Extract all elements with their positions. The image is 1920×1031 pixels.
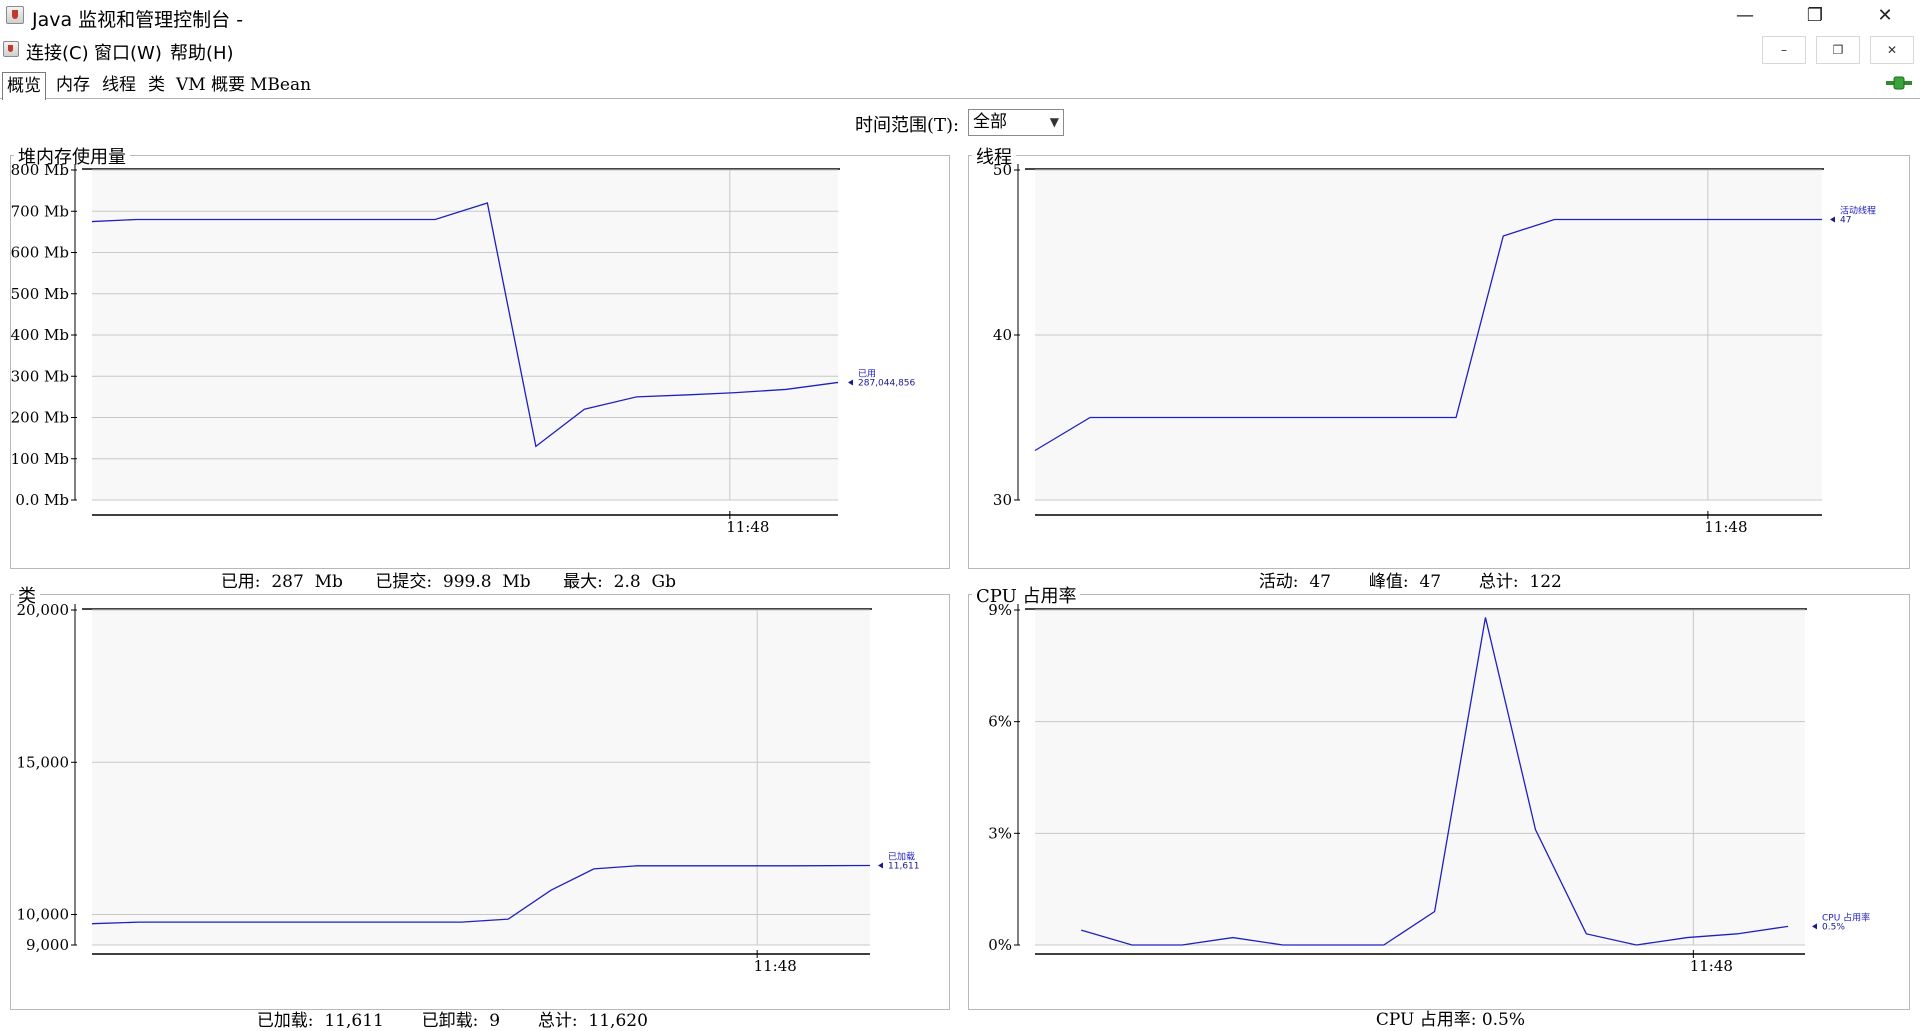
y-tick-label: 0% bbox=[988, 936, 1012, 954]
heap-max-value: 2.8 bbox=[613, 572, 641, 592]
charts-layer: 0.0 Mb 100 Mb 200 Mb 300 Mb 400 Mb 500 Mb 600 … bbox=[11, 161, 1876, 975]
heap-committed-value: 999.8 bbox=[442, 572, 492, 592]
threads-peak-label: 峰值: bbox=[1368, 572, 1409, 592]
y-tick-label: 600 Mb bbox=[11, 244, 69, 262]
y-tick-label: 700 Mb bbox=[11, 202, 69, 220]
heap-max-unit: Gb bbox=[651, 572, 676, 592]
threads-total-label: 总计: bbox=[1478, 572, 1519, 592]
y-tick-label: 20,000 bbox=[17, 601, 70, 619]
y-tick-label: 9% bbox=[988, 601, 1012, 619]
threads-summary: 活动: 47 峰值: 47 总计: 122 bbox=[1248, 547, 1562, 592]
classes-loaded-value: 11,611 bbox=[324, 1011, 384, 1031]
legend-value: 287,044,856 bbox=[858, 378, 916, 388]
y-tick-label: 10,000 bbox=[17, 906, 70, 924]
y-tick-label: 0.0 Mb bbox=[15, 491, 69, 509]
legend-marker bbox=[1812, 923, 1817, 930]
heap-used-value: 287 bbox=[271, 572, 304, 592]
classes-unloaded-value: 9 bbox=[489, 1011, 501, 1031]
x-tick-label: 11:48 bbox=[726, 518, 769, 536]
x-tick-label: 11:48 bbox=[754, 957, 797, 975]
classes-total-label: 总计: bbox=[537, 1011, 578, 1031]
legend-value: 47 bbox=[1840, 216, 1851, 226]
heap-committed-unit: Mb bbox=[502, 572, 531, 592]
cpu-summary: CPU 占用率: 0.5% bbox=[1365, 985, 1525, 1030]
heap-committed-label: 已提交: bbox=[375, 572, 433, 592]
y-tick-label: 30 bbox=[993, 491, 1012, 509]
threads-active-value: 47 bbox=[1309, 572, 1331, 592]
heap-used-unit: Mb bbox=[314, 572, 343, 592]
y-tick-label: 6% bbox=[988, 713, 1012, 731]
y-tick-label: 400 Mb bbox=[11, 326, 69, 344]
threads-peak-value: 47 bbox=[1419, 572, 1442, 592]
classes-loaded-label: 已加载: bbox=[256, 1011, 314, 1031]
cpu-usage-label: CPU 占用率: bbox=[1375, 1010, 1477, 1030]
legend-marker bbox=[878, 862, 883, 869]
cpu-usage-value: 0.5% bbox=[1481, 1010, 1526, 1030]
plot-area bbox=[92, 610, 870, 945]
y-tick-label: 3% bbox=[988, 824, 1012, 842]
heap-used-label: 已用: bbox=[220, 572, 261, 592]
y-tick-label: 200 Mb bbox=[11, 409, 69, 427]
y-tick-label: 800 Mb bbox=[11, 161, 69, 179]
legend-marker bbox=[848, 379, 853, 386]
y-tick-label: 50 bbox=[993, 161, 1012, 179]
threads-active-label: 活动: bbox=[1258, 572, 1299, 592]
x-tick-label: 11:48 bbox=[1690, 957, 1733, 975]
heap-summary: 已用: 287 Mb 已提交: 999.8 Mb 最大: 2.8 Gb bbox=[210, 547, 676, 592]
legend-marker bbox=[1830, 216, 1835, 223]
legend-value: 0.5% bbox=[1822, 922, 1845, 932]
y-tick-label: 9,000 bbox=[26, 936, 69, 954]
y-tick-label: 300 Mb bbox=[11, 367, 69, 385]
y-tick-label: 15,000 bbox=[17, 753, 70, 771]
y-tick-label: 100 Mb bbox=[11, 450, 69, 468]
classes-unloaded-label: 已卸载: bbox=[421, 1011, 479, 1031]
threads-total-value: 122 bbox=[1529, 572, 1562, 592]
y-tick-label: 40 bbox=[993, 326, 1012, 344]
legend-value: 11,611 bbox=[888, 861, 920, 871]
plot-area bbox=[1035, 610, 1805, 945]
heap-max-label: 最大: bbox=[563, 572, 603, 592]
classes-summary: 已加载: 11,611 已卸载: 9 总计: 11,620 bbox=[246, 986, 648, 1031]
x-tick-label: 11:48 bbox=[1704, 518, 1747, 536]
classes-total-value: 11,620 bbox=[588, 1011, 648, 1031]
y-tick-label: 500 Mb bbox=[11, 285, 69, 303]
